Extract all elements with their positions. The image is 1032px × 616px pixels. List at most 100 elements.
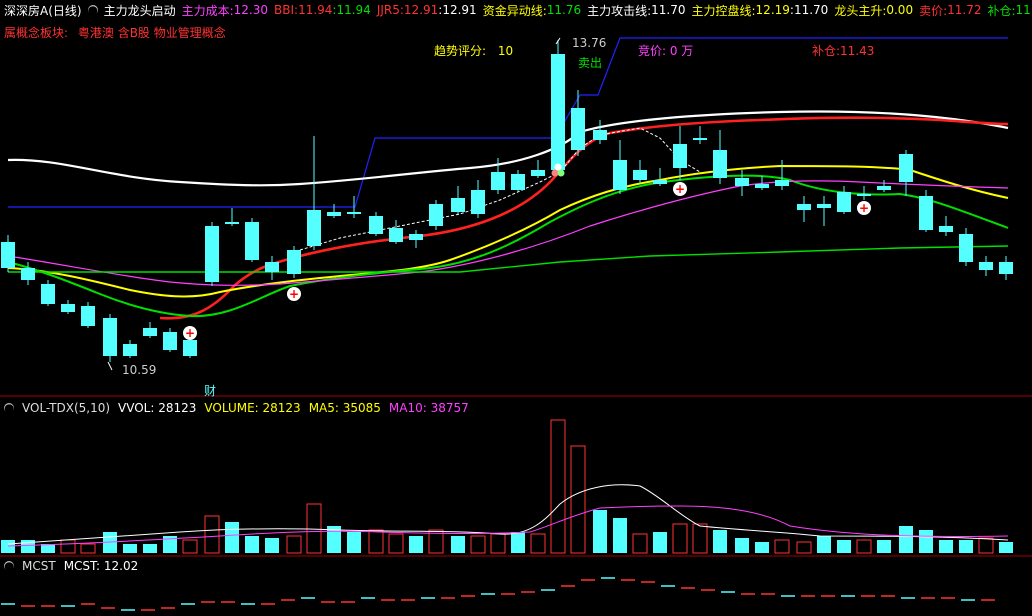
candle-body	[183, 340, 197, 356]
candle-body	[531, 170, 545, 176]
volume-bar	[530, 533, 546, 554]
candle-body	[877, 186, 891, 190]
volume-bar	[182, 539, 198, 554]
volume-ma5-line	[7, 484, 1009, 545]
volume-bar	[959, 540, 973, 553]
candle-body	[123, 344, 137, 356]
trend-score-value: 10	[497, 44, 514, 58]
volume-bar	[837, 540, 851, 553]
candle-body	[245, 222, 259, 260]
sell-marker: 卖出	[578, 56, 603, 70]
volume-bar	[899, 526, 913, 553]
candle-body	[613, 160, 627, 190]
white-band-line	[7, 110, 1009, 187]
candle-body	[979, 262, 993, 270]
finance-marker: 财	[204, 384, 217, 398]
volume-bar	[856, 539, 872, 554]
candle-body	[939, 226, 953, 232]
candle-body	[837, 192, 851, 212]
candle-body	[653, 180, 667, 184]
candle-body	[327, 212, 341, 216]
candle-body	[817, 204, 831, 208]
svg-text:+: +	[289, 287, 299, 301]
volume-bar	[735, 538, 749, 553]
volume-bar	[939, 540, 953, 553]
volume-bar	[713, 530, 727, 553]
volume-bar	[347, 532, 361, 553]
candle-body	[857, 194, 871, 196]
long-green-line	[8, 245, 1009, 273]
volume-bar	[60, 539, 76, 554]
candle-body	[1, 242, 15, 268]
candle-body	[225, 222, 239, 224]
volume-bar	[388, 533, 404, 554]
candle-body	[287, 250, 301, 274]
volume-bar	[368, 529, 384, 554]
volume-bar	[796, 541, 812, 554]
kline-chart[interactable]: + + + +	[0, 0, 1032, 616]
buy-marker-icon: +	[287, 287, 301, 301]
mcst-settings-icon[interactable]: ●	[4, 560, 14, 572]
candle-body	[593, 130, 607, 140]
buy-marker-icon: +	[183, 326, 197, 340]
volume-bar	[143, 544, 157, 553]
vol-panel-name[interactable]: VOL-TDX(5,10)	[22, 401, 110, 415]
ma5-value: MA5: 35085	[308, 401, 381, 415]
candle-body	[205, 226, 219, 282]
ma10-value: MA10: 38757	[388, 401, 469, 415]
volume-bar	[817, 536, 831, 553]
volume-bar	[672, 523, 688, 554]
candle-body	[409, 234, 423, 240]
candle-body	[471, 190, 485, 214]
candle-body	[143, 328, 157, 336]
volume-bar	[451, 536, 465, 553]
svg-text:+: +	[185, 326, 195, 340]
trend-score: 趋势评分: 10	[434, 42, 513, 59]
candle-body	[775, 180, 789, 186]
candle-body	[81, 306, 95, 326]
vol-panel-header: ● VOL-TDX(5,10) VVOL: 28123 VOLUME: 2812…	[0, 400, 469, 416]
bucang-label: 补仓:11.43	[812, 44, 875, 58]
svg-text:+: +	[675, 182, 685, 196]
vvol-value: VVOL: 28123	[118, 401, 197, 415]
volume-bar	[877, 540, 891, 553]
volume-bar	[265, 538, 279, 553]
mcst-value: MCST: 12.02	[63, 559, 139, 573]
candle-body	[41, 284, 55, 304]
yellow-curve-line	[7, 164, 1009, 298]
low-arrow-icon	[107, 361, 113, 371]
volume-bar	[511, 532, 525, 553]
volume-bar	[919, 530, 933, 553]
candle-body	[693, 138, 707, 140]
candle-body	[735, 178, 749, 186]
volume-bar	[653, 532, 667, 553]
volume-bar	[490, 533, 506, 554]
candle-body	[389, 228, 403, 242]
candle-body	[999, 262, 1013, 274]
volume-bar	[470, 535, 486, 554]
candle-body	[571, 108, 585, 150]
candle-body	[491, 172, 505, 190]
candle-body	[511, 174, 525, 190]
high-price-label: 13.76	[572, 36, 607, 50]
vol-settings-icon[interactable]: ●	[4, 402, 14, 414]
volume-bar	[225, 522, 239, 553]
candle-body	[551, 54, 565, 170]
volume-bar	[755, 542, 769, 553]
volume-bar	[306, 503, 322, 554]
low-price-label: 10.59	[122, 363, 157, 377]
candle-body	[899, 154, 913, 182]
candle-body	[797, 204, 811, 210]
buy-marker-icon: +	[857, 201, 871, 215]
candle-body	[755, 184, 769, 188]
candle-body	[713, 150, 727, 178]
mcst-panel-name[interactable]: MCST	[22, 559, 56, 573]
candle-body	[307, 210, 321, 246]
mcst-steps-group	[1, 577, 995, 611]
candle-body	[451, 198, 465, 212]
volume-bar	[978, 537, 994, 554]
volume-bar	[204, 515, 220, 554]
volume-bar	[80, 543, 96, 554]
candle-body	[61, 304, 75, 312]
buy-marker-icon: +	[673, 182, 687, 196]
